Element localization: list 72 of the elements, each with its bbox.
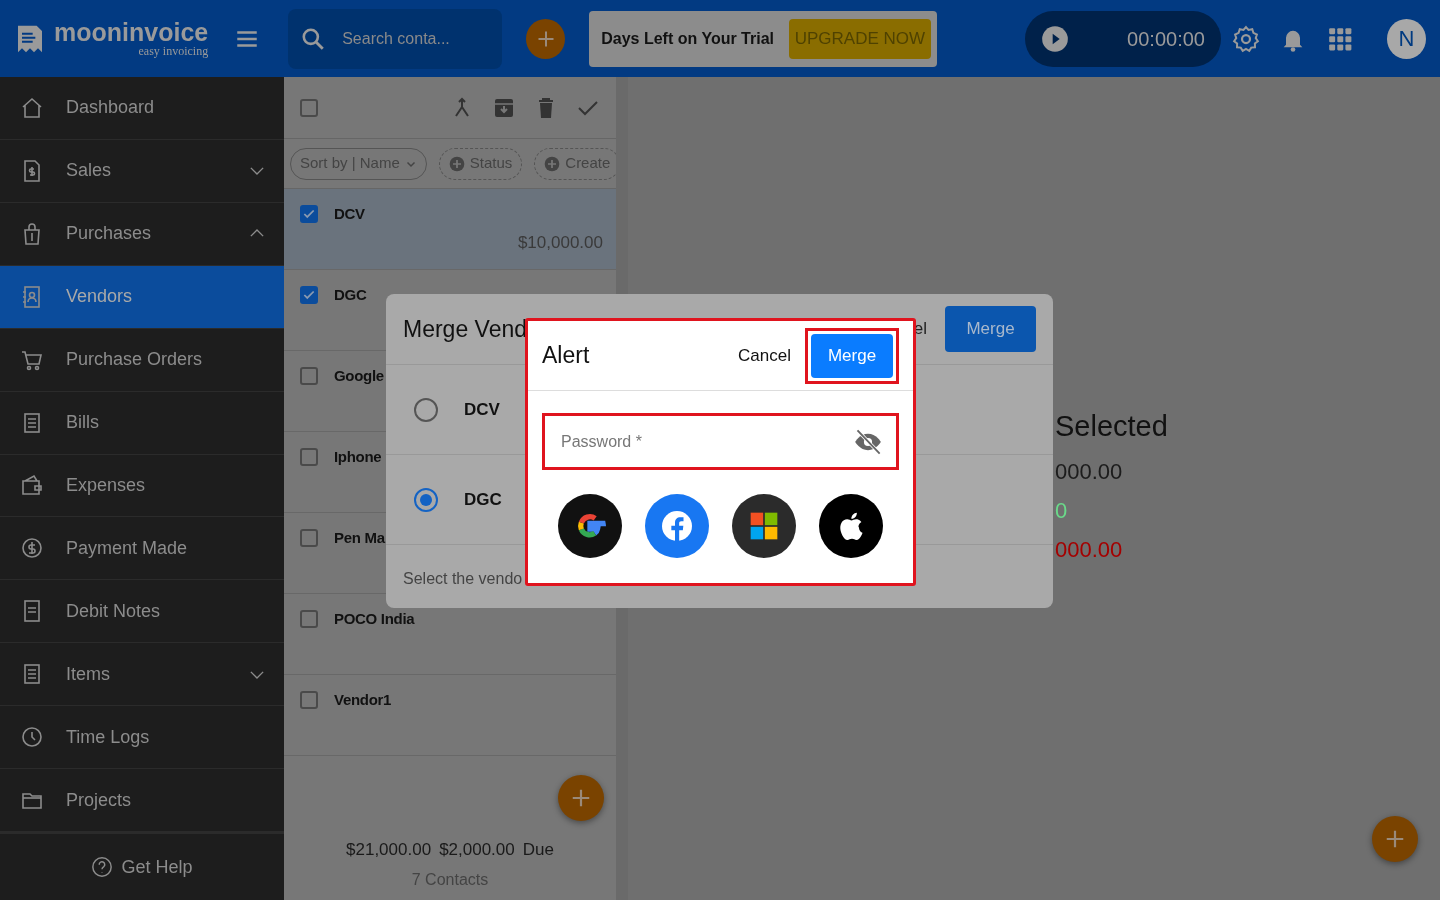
apps-icon[interactable] xyxy=(1326,25,1353,52)
sidebar-label: Expenses xyxy=(66,474,147,497)
sidebar-label: Payment Made xyxy=(66,536,189,560)
settings-icon[interactable] xyxy=(1230,23,1261,54)
vendor-name: Google xyxy=(334,366,384,386)
vendor-name: DCV xyxy=(334,204,365,224)
help-link[interactable]: Get Help xyxy=(121,853,193,881)
radio-button[interactable] xyxy=(414,397,438,422)
play-icon[interactable] xyxy=(1041,24,1070,53)
plus-icon xyxy=(570,787,592,809)
summary-value: 000.00 xyxy=(1055,457,1123,486)
wallet-icon xyxy=(20,473,44,498)
vendor-checkbox[interactable] xyxy=(300,529,318,548)
vendor-name: DGC xyxy=(464,488,502,511)
vendor-name: DCV xyxy=(464,398,500,421)
radio-button[interactable] xyxy=(414,487,438,512)
due-amount: $2,000.00 xyxy=(439,838,515,861)
vendor-amount: $10,000.00 xyxy=(517,231,603,254)
sidebar-label: Items xyxy=(66,662,111,686)
summary-value: 000.00 xyxy=(1055,535,1123,564)
vendor-name: Iphone xyxy=(334,447,382,467)
add-button[interactable] xyxy=(558,775,604,821)
summary-value: 0 xyxy=(1055,496,1068,525)
add-button[interactable] xyxy=(526,18,566,59)
vendor-checkbox[interactable] xyxy=(300,691,318,710)
cancel-button[interactable]: Cancel xyxy=(732,341,797,370)
search-box[interactable]: Search conta... xyxy=(288,8,503,69)
total-amount: $21,000.00 xyxy=(346,838,432,861)
sidebar-label: Dashboard xyxy=(66,96,156,120)
sidebar-label: Sales xyxy=(66,159,113,183)
merge-button[interactable]: Merge xyxy=(811,333,893,378)
sidebar-label: Purchases xyxy=(66,222,153,246)
home-icon xyxy=(20,95,44,120)
merge-button[interactable]: Merge xyxy=(945,306,1036,352)
trial-text: Days Left on Your Trial xyxy=(601,28,774,49)
alert-title: Alert xyxy=(542,341,590,371)
vendor-row[interactable]: DCV $10,000.00 xyxy=(284,189,616,270)
logo-text: mooninvoice xyxy=(54,20,209,45)
sidebar-label: Bills xyxy=(66,411,100,435)
sidebar-label: Projects xyxy=(66,788,133,812)
clock-icon xyxy=(20,725,44,750)
logo-tagline: easy invoicing xyxy=(137,45,209,57)
sidebar-label: Vendors xyxy=(66,285,134,309)
vendor-checkbox[interactable] xyxy=(300,205,318,224)
sidebar-label: Time Logs xyxy=(66,725,151,749)
vendor-row[interactable]: Vendor1 xyxy=(284,675,616,756)
add-button[interactable] xyxy=(1372,816,1418,862)
vendor-checkbox[interactable] xyxy=(300,610,318,629)
plus-icon xyxy=(1384,828,1406,850)
vendor-name: Pen Ma xyxy=(334,528,385,548)
vendor-name: Vendor1 xyxy=(334,690,392,710)
help-icon xyxy=(91,856,114,879)
avatar[interactable]: N xyxy=(1386,18,1426,59)
sidebar-label: Debit Notes xyxy=(66,599,162,623)
plus-icon xyxy=(544,155,561,172)
plus-icon xyxy=(448,155,465,172)
summary-title: Selected xyxy=(1055,409,1168,444)
vendor-name: POCO India xyxy=(334,609,415,629)
dollar-circle-icon xyxy=(20,536,44,561)
vendor-checkbox[interactable] xyxy=(300,286,318,305)
vendor-checkbox[interactable] xyxy=(300,448,318,467)
vendor-name: DGC xyxy=(334,285,367,305)
dialog-note: Select the vendo xyxy=(402,569,524,589)
sidebar-label: Purchase Orders xyxy=(66,348,204,372)
timer-text: 00:00:00 xyxy=(1127,26,1205,52)
select-all-checkbox[interactable] xyxy=(300,98,318,117)
search-field[interactable]: Search conta... xyxy=(340,25,491,52)
sidebar-item[interactable]: Vendors xyxy=(0,265,284,329)
vendor-checkbox[interactable] xyxy=(300,367,318,386)
due-label: Due xyxy=(522,838,554,861)
eye-off-icon[interactable] xyxy=(854,427,882,456)
password-box[interactable]: Password * xyxy=(542,413,899,470)
